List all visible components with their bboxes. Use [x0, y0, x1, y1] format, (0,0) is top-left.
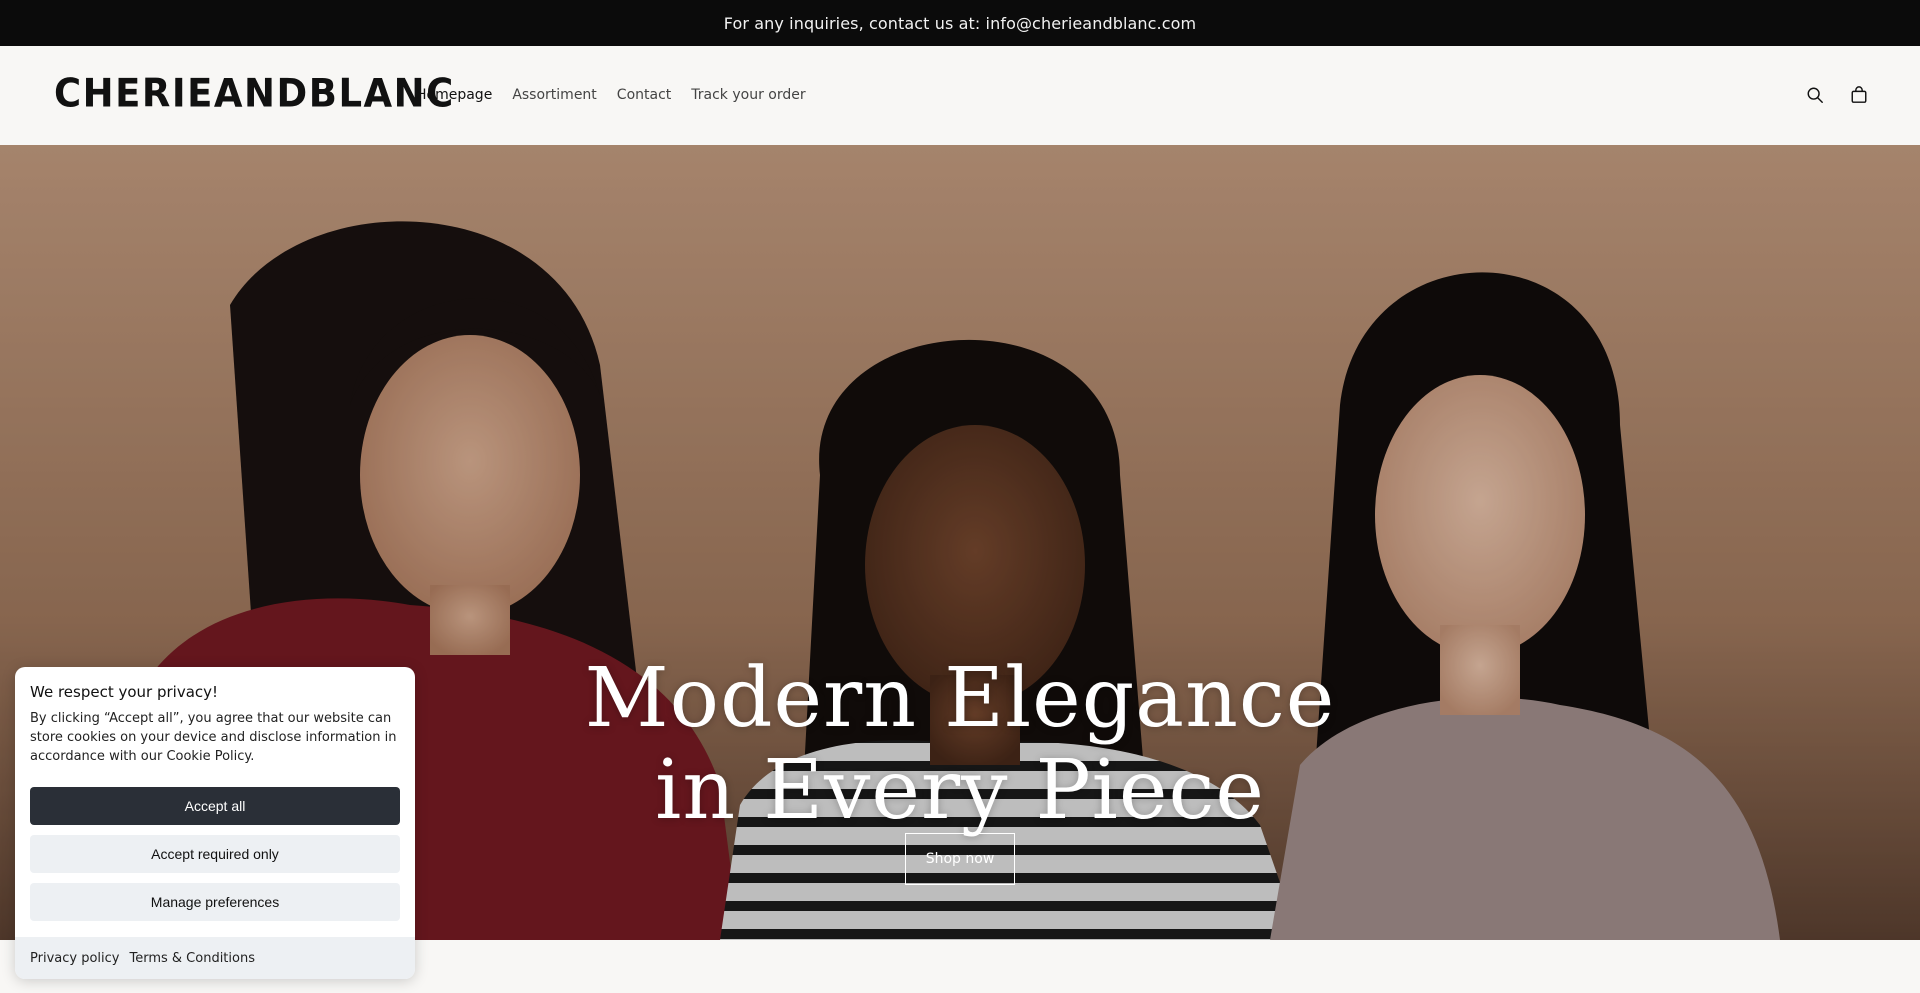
- nav-item-contact[interactable]: Contact: [617, 87, 671, 103]
- terms-conditions-link[interactable]: Terms & Conditions: [129, 951, 255, 966]
- header-actions: [1806, 86, 1868, 104]
- cookie-title: We respect your privacy!: [30, 683, 219, 701]
- nav-item-homepage[interactable]: Homepage: [416, 87, 492, 103]
- main-nav: Homepage Assortiment Contact Track your …: [416, 87, 826, 103]
- manage-preferences-button[interactable]: Manage preferences: [30, 883, 400, 921]
- hero-title-line1: Modern Elegance: [584, 651, 1336, 746]
- accept-all-button[interactable]: Accept all: [30, 787, 400, 825]
- search-icon[interactable]: [1806, 86, 1824, 104]
- announcement-text: For any inquiries, contact us at: info@c…: [723, 13, 1197, 33]
- cookie-footer: Privacy policy Terms & Conditions: [15, 937, 415, 979]
- nav-item-track-order[interactable]: Track your order: [691, 87, 805, 103]
- cookie-consent-dialog: We respect your privacy! By clicking “Ac…: [15, 667, 415, 979]
- accept-required-button[interactable]: Accept required only: [30, 835, 400, 873]
- cookie-description: By clicking “Accept all”, you agree that…: [30, 711, 397, 764]
- site-logo[interactable]: CHERIEANDBLANC: [54, 71, 455, 116]
- nav-item-assortiment[interactable]: Assortiment: [512, 87, 596, 103]
- bag-icon[interactable]: [1850, 86, 1868, 104]
- site-header: CHERIEANDBLANC Homepage Assortiment Cont…: [0, 46, 1920, 145]
- privacy-policy-link[interactable]: Privacy policy: [30, 951, 119, 966]
- shop-now-button[interactable]: Shop now: [905, 833, 1015, 885]
- hero-title-line2: in Every Piece: [655, 743, 1265, 838]
- announcement-bar: For any inquiries, contact us at: info@c…: [0, 0, 1920, 46]
